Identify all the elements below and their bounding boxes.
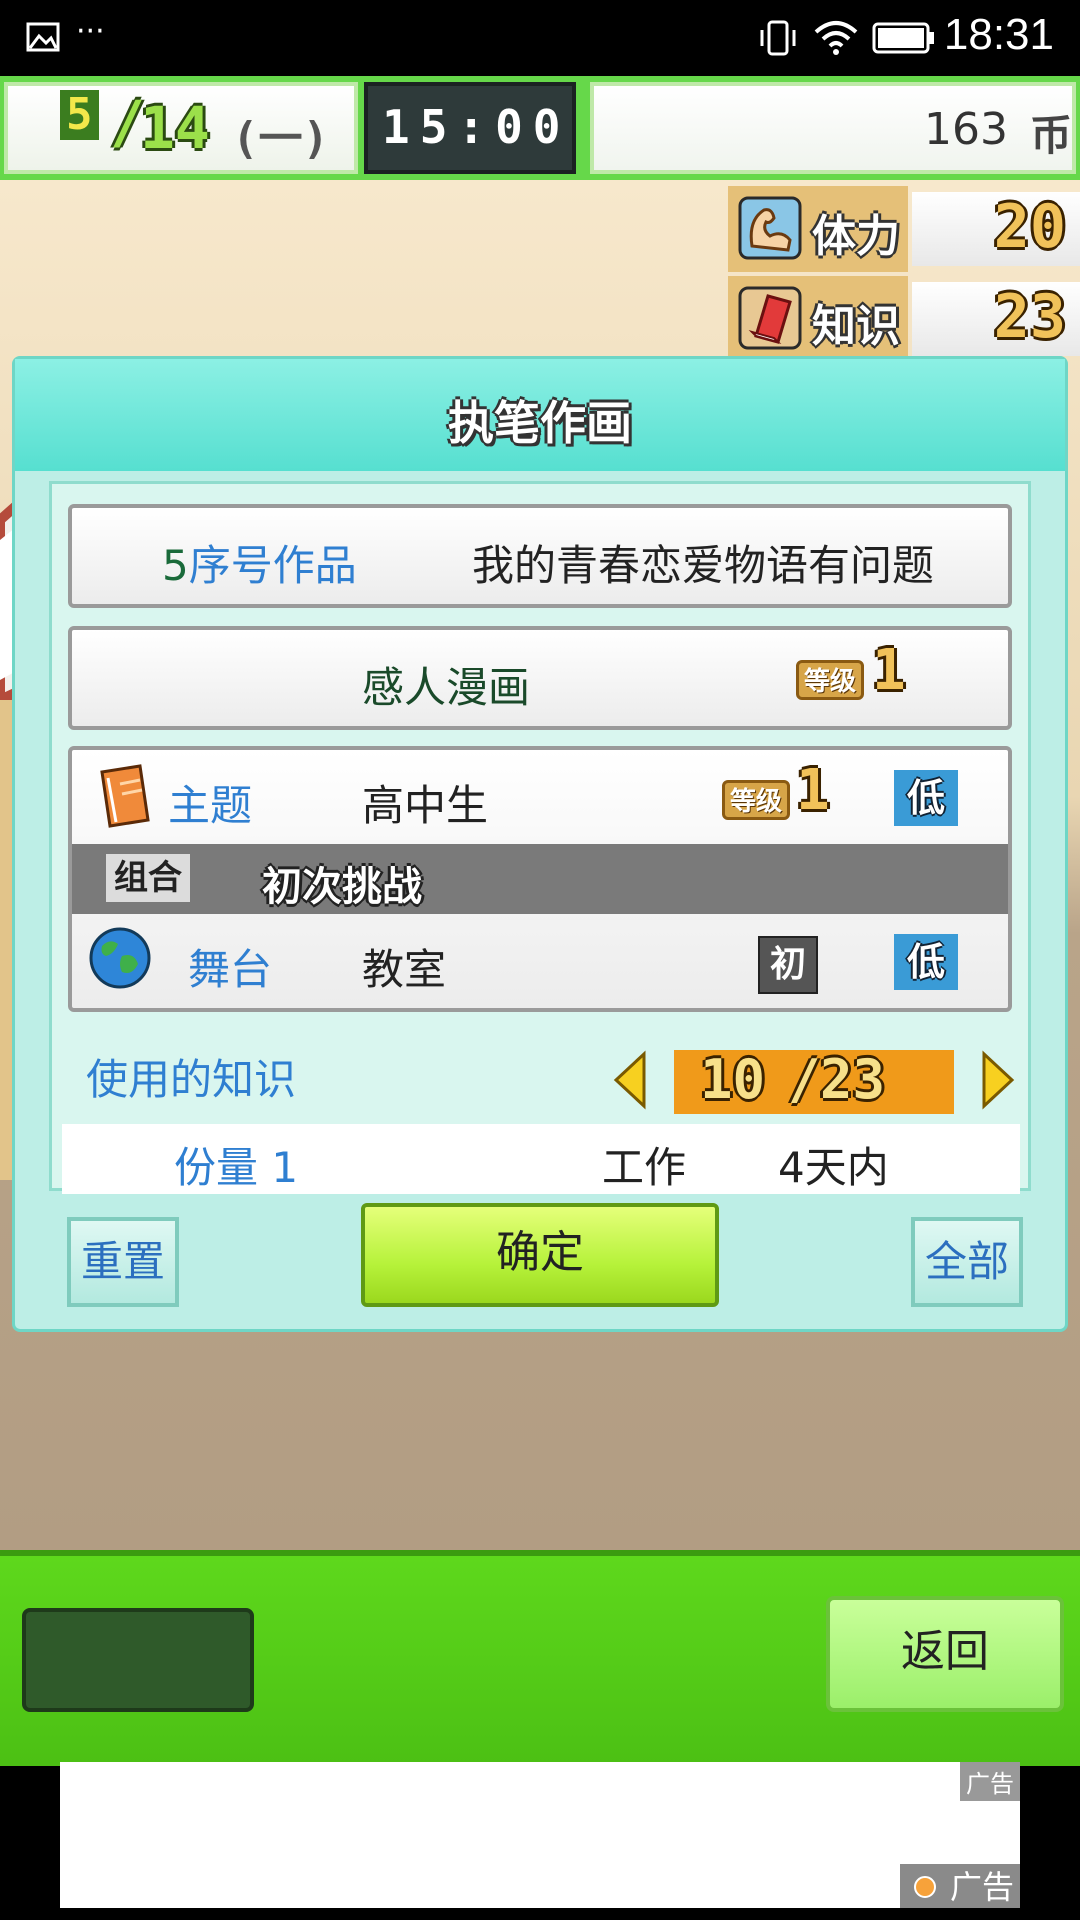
knowledge-current: 10	[700, 1048, 766, 1111]
genre-selector[interactable]: 感人漫画 等级 1	[68, 626, 1012, 730]
back-button[interactable]: 返回	[826, 1596, 1064, 1712]
knowledge-label: 知识	[812, 301, 900, 352]
combo-label: 组合	[106, 854, 190, 902]
knowledge-amount-display: 10 / 23	[674, 1048, 954, 1114]
muscle-arm-icon	[738, 196, 802, 260]
genre-level: 1	[872, 638, 906, 703]
clock-time: 18:31	[943, 10, 1054, 59]
orange-book-icon	[100, 764, 150, 828]
grade-badge: 等级	[796, 660, 864, 700]
date-day: 14	[140, 94, 210, 162]
image-icon	[26, 22, 60, 52]
theme-row[interactable]: 主题 高中生 等级 1 低	[72, 750, 1008, 844]
dialog-content: 5序号作品 我的青春恋爱物语有问题 感人漫画 等级 1 主题 高中生 等级 1	[49, 481, 1031, 1194]
work-title-field[interactable]: 5序号作品 我的青春恋爱物语有问题	[68, 504, 1012, 608]
money-unit: 币	[1030, 111, 1073, 160]
knowledge-usage-label: 使用的知识	[86, 1055, 297, 1104]
grade-badge: 等级	[722, 780, 790, 820]
arrow-right-icon[interactable]	[980, 1050, 1016, 1110]
work-summary-row: 份量 1 工作 4天内	[62, 1124, 1020, 1194]
battery-icon	[872, 22, 934, 54]
theme-value: 高中生	[362, 781, 489, 830]
ad-label-top: 广告	[960, 1762, 1020, 1801]
stage-label: 舞台	[188, 945, 273, 994]
red-book-icon	[738, 286, 802, 350]
work-duration: 4天内	[778, 1143, 889, 1192]
game-clock-text: 15:00	[382, 100, 571, 154]
date-month: 5	[60, 90, 99, 140]
bottom-bar: 返回	[0, 1550, 1080, 1766]
stage-level-badge: 初	[758, 936, 818, 994]
game-clock: 15:00	[364, 82, 576, 174]
knowledge-value: 23	[993, 282, 1066, 352]
theme-rating-badge: 低	[894, 770, 958, 826]
theme-level: 1	[796, 758, 830, 823]
dialog-header: 执笔作画	[15, 359, 1065, 471]
copies-amount: 份量 1	[174, 1143, 299, 1192]
combo-row: 组合 初次挑战	[72, 844, 1008, 914]
knowledge-max: 23	[820, 1048, 886, 1111]
stage-rating-badge: 低	[894, 934, 958, 990]
stage-row[interactable]: 舞台 教室 初 低	[72, 914, 1008, 1008]
theme-label: 主题	[168, 781, 253, 830]
combo-value: 初次挑战	[262, 864, 422, 910]
create-work-dialog: 执笔作画 5序号作品 我的青春恋爱物语有问题 感人漫画 等级 1 主题 高中生 …	[12, 356, 1068, 1332]
knowledge-separator: /	[788, 1048, 821, 1111]
top-hud: 5 / 14 (一) 15:00 163 币	[0, 76, 1080, 180]
date-display: 5 / 14 (一)	[4, 82, 358, 174]
money-value: 163	[924, 104, 1008, 155]
bottom-edge	[0, 1908, 1080, 1920]
stat-row-stamina: 体力 20	[728, 186, 1080, 272]
empty-slot-button[interactable]	[22, 1608, 254, 1712]
stage-value: 教室	[362, 945, 447, 994]
arrow-left-icon[interactable]	[612, 1050, 648, 1110]
stamina-label: 体力	[812, 211, 900, 262]
confirm-button[interactable]: 确定	[361, 1203, 719, 1307]
dialog-title: 执笔作画	[448, 396, 632, 450]
wifi-icon	[814, 21, 858, 55]
work-label: 工作	[602, 1143, 687, 1192]
vibrate-icon	[760, 20, 796, 56]
money-display: 163 币	[590, 82, 1076, 174]
stamina-value: 20	[993, 192, 1066, 262]
work-number: 5序号作品	[162, 541, 357, 590]
theme-stage-block: 主题 高中生 等级 1 低 组合 初次挑战 舞台 教室 初 低	[68, 746, 1012, 1012]
stat-row-knowledge: 知识 23	[728, 276, 1080, 362]
more-dots-icon: ···	[76, 14, 105, 49]
advertisement-banner[interactable]: 广告 广告	[60, 1762, 1020, 1910]
globe-icon	[89, 927, 151, 989]
genre-label: 感人漫画	[362, 663, 531, 712]
work-title: 我的青春恋爱物语有问题	[472, 541, 935, 590]
ad-label-bottom: 广告	[900, 1864, 1020, 1910]
reset-button[interactable]: 重置	[67, 1217, 179, 1307]
sun-icon	[914, 1876, 936, 1898]
date-weekday: (一)	[232, 113, 329, 164]
all-button[interactable]: 全部	[911, 1217, 1023, 1307]
status-bar: ··· 18:31	[0, 0, 1080, 76]
